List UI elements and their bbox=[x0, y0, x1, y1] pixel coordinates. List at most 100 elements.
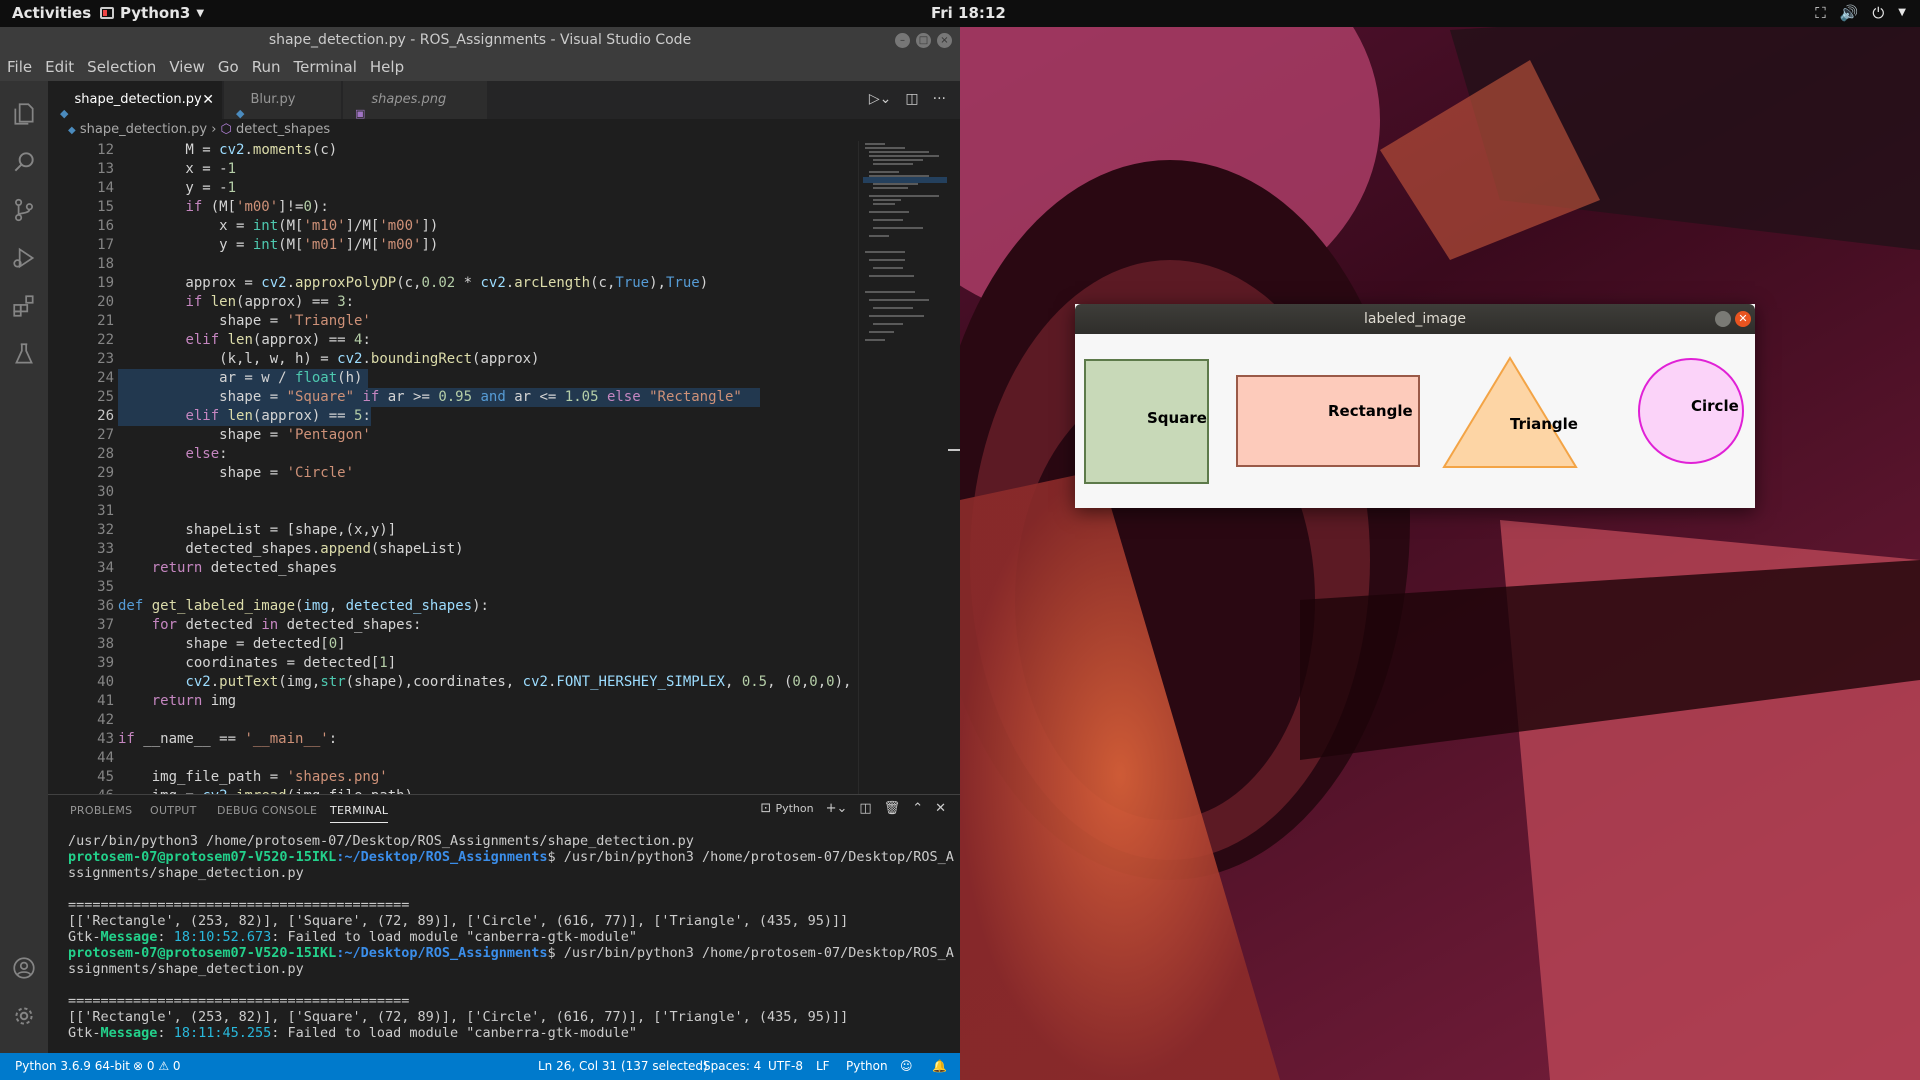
code-line[interactable]: y = -1 bbox=[118, 179, 898, 198]
code-line[interactable]: img = cv2.imread(img_file_path) bbox=[118, 787, 898, 794]
notifications-bell-icon[interactable]: 🔔 bbox=[932, 1053, 947, 1080]
code-lines[interactable]: M = cv2.moments(c) x = -1 y = -1 if (M['… bbox=[118, 141, 898, 794]
code-line[interactable]: return img bbox=[118, 692, 898, 711]
explorer-icon[interactable] bbox=[11, 101, 37, 127]
search-icon[interactable] bbox=[11, 149, 37, 175]
new-terminal-button[interactable]: +⌄ bbox=[826, 801, 848, 816]
code-line[interactable]: return detected_shapes bbox=[118, 559, 898, 578]
code-line[interactable]: shape = 'Pentagon' bbox=[118, 426, 898, 445]
menu-view[interactable]: View bbox=[162, 54, 211, 81]
code-line-selected[interactable]: elif len(approx) == 5: bbox=[118, 407, 898, 426]
code-line-selected[interactable]: shape = "Square" if ar >= 0.95 and ar <=… bbox=[118, 388, 898, 407]
activities-button[interactable]: Activities bbox=[12, 4, 91, 22]
code-editor[interactable]: 12 13 14 15 16 17 18 19 20 21 22 23 24 25 26 27 28 29 30 31… bbox=[48, 141, 960, 794]
code-line[interactable]: (k,l, w, h) = cv2.boundingRect(approx) bbox=[118, 350, 898, 369]
menu-selection[interactable]: Selection bbox=[80, 54, 162, 81]
code-line[interactable]: def get_labeled_image(img, detected_shap… bbox=[118, 597, 898, 616]
clock[interactable]: Fri 18:12 bbox=[931, 4, 1006, 22]
app-menu[interactable]: Python3 ▼ bbox=[100, 4, 204, 22]
code-line[interactable]: shape = detected[0] bbox=[118, 635, 898, 654]
code-line[interactable]: detected_shapes.append(shapeList) bbox=[118, 540, 898, 559]
tab-shapes-png[interactable]: ▣ shapes.png bbox=[343, 81, 488, 120]
menu-file[interactable]: File bbox=[0, 54, 38, 81]
editor-scrollbar[interactable] bbox=[948, 141, 960, 794]
testing-flask-icon[interactable] bbox=[11, 341, 37, 367]
settings-gear-icon[interactable] bbox=[11, 1003, 37, 1029]
more-actions-icon[interactable]: ··· bbox=[933, 91, 946, 107]
run-debug-icon[interactable] bbox=[11, 245, 37, 271]
tab-problems[interactable]: PROBLEMS bbox=[70, 804, 132, 817]
close-tab-icon[interactable]: ✕ bbox=[202, 81, 214, 119]
source-control-icon[interactable] bbox=[11, 197, 37, 223]
system-tray[interactable]: ⛶ 🔊 ⏻ ▼ bbox=[1815, 4, 1906, 22]
menu-help[interactable]: Help bbox=[363, 54, 410, 81]
encoding[interactable]: UTF-8 bbox=[768, 1053, 803, 1080]
minimize-button[interactable]: – bbox=[895, 33, 910, 48]
indentation[interactable]: Spaces: 4 bbox=[703, 1053, 761, 1080]
extensions-icon[interactable] bbox=[11, 293, 37, 319]
menu-run[interactable]: Run bbox=[245, 54, 287, 81]
window-title-bar[interactable]: shape_detection.py - ROS_Assignments - V… bbox=[0, 27, 960, 54]
line-ending[interactable]: LF bbox=[816, 1053, 830, 1080]
maximize-button[interactable]: □ bbox=[916, 33, 931, 48]
code-line[interactable]: coordinates = detected[1] bbox=[118, 654, 898, 673]
python-file-icon: ◆ bbox=[60, 106, 69, 120]
code-line[interactable]: for detected in detected_shapes: bbox=[118, 616, 898, 635]
tab-output[interactable]: OUTPUT bbox=[150, 804, 197, 817]
close-button[interactable]: × bbox=[937, 33, 952, 48]
code-line[interactable]: if (M['m00']!=0): bbox=[118, 198, 898, 217]
minimize-button[interactable] bbox=[1715, 311, 1731, 327]
python-interpreter[interactable]: Python 3.6.9 64-bit bbox=[15, 1053, 130, 1080]
tab-debug-console[interactable]: DEBUG CONSOLE bbox=[217, 804, 317, 817]
code-line[interactable] bbox=[118, 483, 898, 502]
code-line[interactable]: elif len(approx) == 4: bbox=[118, 331, 898, 350]
language-mode[interactable]: Python bbox=[846, 1053, 888, 1080]
code-line[interactable]: shapeList = [shape,(x,y)] bbox=[118, 521, 898, 540]
code-line[interactable]: img_file_path = 'shapes.png' bbox=[118, 768, 898, 787]
code-line[interactable] bbox=[118, 711, 898, 730]
breadcrumb-symbol[interactable]: detect_shapes bbox=[236, 122, 330, 137]
run-file-button[interactable]: ▷⌄ bbox=[869, 91, 892, 107]
menu-go[interactable]: Go bbox=[211, 54, 245, 81]
menu-edit[interactable]: Edit bbox=[38, 54, 80, 81]
close-panel-icon[interactable]: ✕ bbox=[935, 801, 946, 816]
account-icon[interactable] bbox=[11, 955, 37, 981]
chevron-down-icon[interactable]: ▼ bbox=[1898, 4, 1906, 22]
labeled-image-title-bar[interactable]: labeled_image ✕ bbox=[1075, 304, 1755, 334]
split-terminal-icon[interactable]: ◫ bbox=[859, 801, 871, 816]
code-line[interactable]: shape = 'Circle' bbox=[118, 464, 898, 483]
code-line[interactable] bbox=[118, 255, 898, 274]
split-editor-icon[interactable]: ◫ bbox=[905, 91, 918, 107]
code-line[interactable] bbox=[118, 502, 898, 521]
code-line[interactable]: if __name__ == '__main__': bbox=[118, 730, 898, 749]
code-line[interactable]: shape = 'Triangle' bbox=[118, 312, 898, 331]
breadcrumb-file[interactable]: shape_detection.py bbox=[80, 122, 207, 137]
tab-blur[interactable]: ◆ Blur.py bbox=[224, 81, 342, 120]
code-line[interactable]: M = cv2.moments(c) bbox=[118, 141, 898, 160]
code-line[interactable] bbox=[118, 749, 898, 768]
menu-terminal[interactable]: Terminal bbox=[287, 54, 363, 81]
code-line[interactable]: if len(approx) == 3: bbox=[118, 293, 898, 312]
tab-shape-detection[interactable]: ◆ shape_detection.py ✕ bbox=[48, 81, 223, 120]
trash-icon[interactable]: 🗑 bbox=[884, 801, 901, 816]
maximize-panel-icon[interactable]: ⌃ bbox=[912, 801, 923, 816]
feedback-icon[interactable]: ☺ bbox=[900, 1053, 913, 1080]
problems-count[interactable]: ⊗ 0 ⚠ 0 bbox=[133, 1053, 181, 1080]
code-line[interactable]: approx = cv2.approxPolyDP(c,0.02 * cv2.a… bbox=[118, 274, 898, 293]
network-icon[interactable]: ⛶ bbox=[1815, 4, 1826, 22]
tab-terminal[interactable]: TERMINAL bbox=[330, 804, 389, 823]
volume-icon[interactable]: 🔊 bbox=[1840, 4, 1859, 22]
code-line[interactable]: else: bbox=[118, 445, 898, 464]
code-line-selected[interactable]: ar = w / float(h) bbox=[118, 369, 898, 388]
close-button[interactable]: ✕ bbox=[1735, 311, 1751, 327]
power-icon[interactable]: ⏻ bbox=[1872, 4, 1884, 22]
minimap[interactable] bbox=[858, 141, 948, 794]
terminal-output[interactable]: /usr/bin/python3 /home/protosem-07/Deskt… bbox=[68, 833, 954, 1041]
code-line[interactable]: x = int(M['m10']/M['m00']) bbox=[118, 217, 898, 236]
code-line[interactable]: cv2.putText(img,str(shape),coordinates, … bbox=[118, 673, 898, 692]
code-line[interactable]: y = int(M['m01']/M['m00']) bbox=[118, 236, 898, 255]
terminal-shell-selector[interactable]: ⊡ Python bbox=[760, 801, 813, 816]
cursor-position[interactable]: Ln 26, Col 31 (137 selected) bbox=[538, 1053, 708, 1080]
code-line[interactable]: x = -1 bbox=[118, 160, 898, 179]
code-line[interactable] bbox=[118, 578, 898, 597]
